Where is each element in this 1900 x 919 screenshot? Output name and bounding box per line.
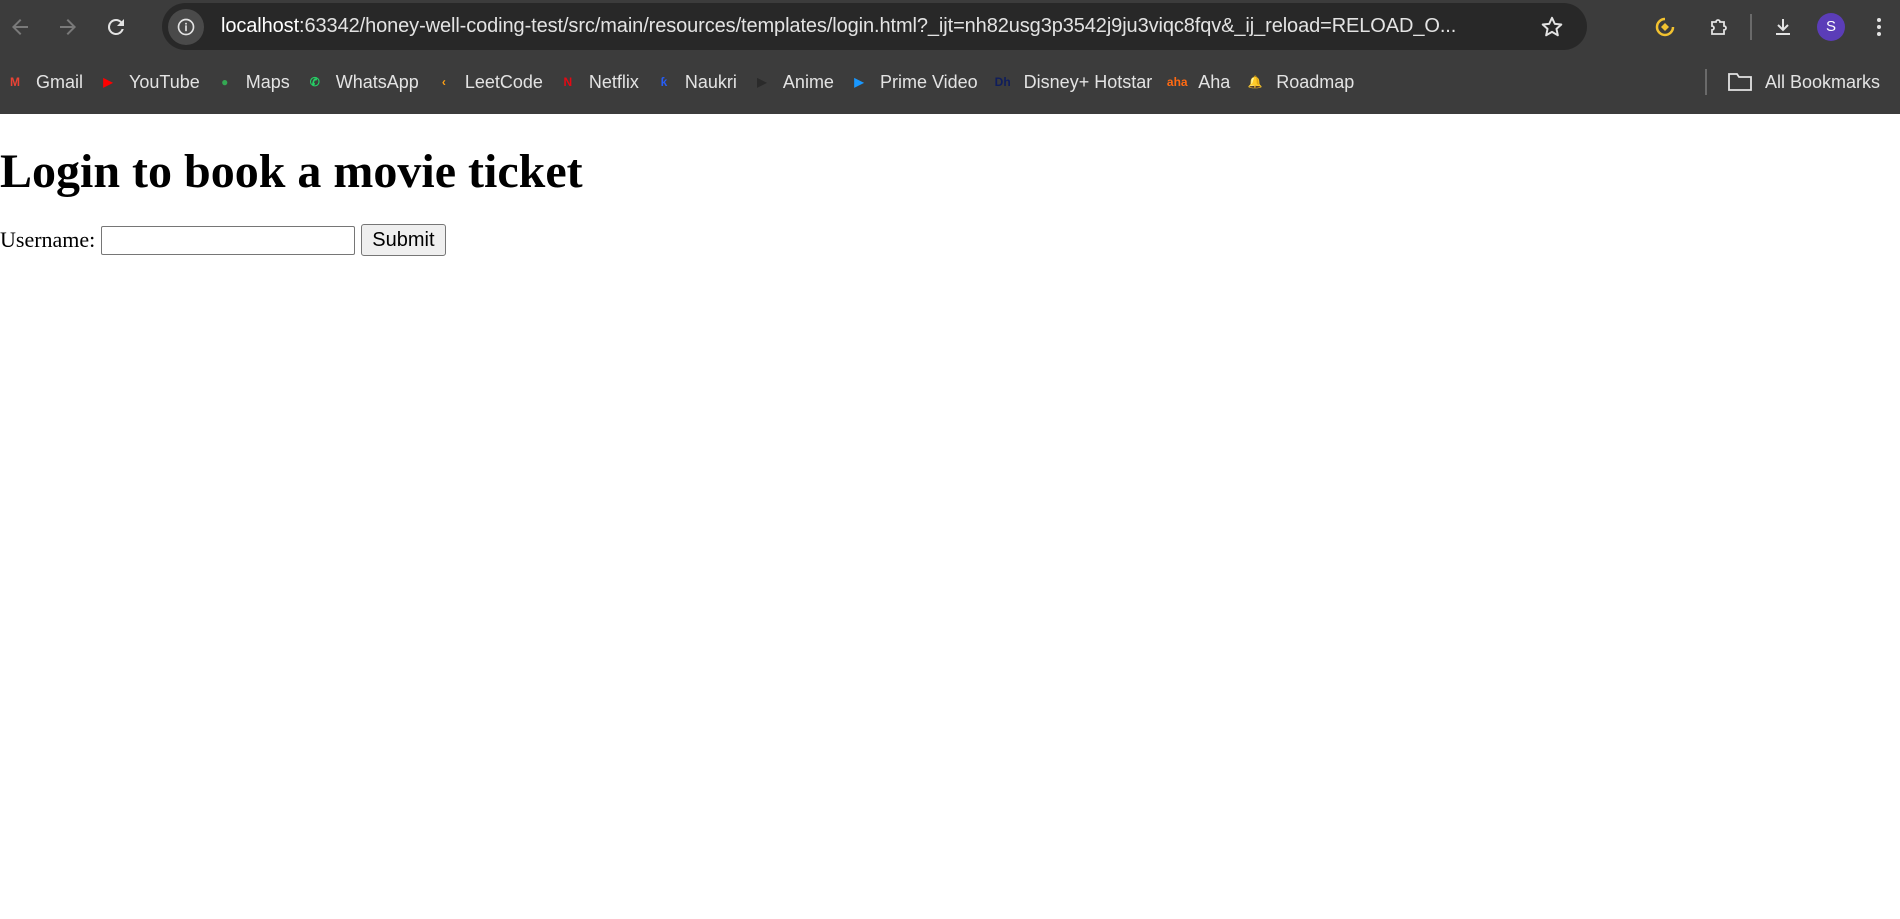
back-button[interactable] [0, 7, 40, 47]
leetcode-icon: ‹ [441, 75, 446, 89]
extension-logo-icon [1655, 17, 1675, 36]
bookmark-maps[interactable]: ● Maps [210, 66, 294, 98]
bookmark-label: Maps [245, 71, 290, 92]
naukri-icon: ƙ [660, 75, 668, 89]
bookmark-aha[interactable]: aha Aha [1162, 66, 1234, 98]
bookmark-youtube[interactable]: ▶ YouTube [93, 66, 204, 98]
reload-icon [107, 18, 124, 35]
bookmark-label: Netflix [588, 71, 639, 92]
bookmark-star-button[interactable] [1539, 14, 1565, 45]
menu-button[interactable] [1858, 6, 1900, 48]
bookmarks-bar: M Gmail ▶ YouTube ● Maps ✆ WhatsApp ‹ LeetCode N Ne… [0, 62, 1900, 102]
profile-button[interactable]: S [1810, 6, 1852, 48]
arrow-left-icon [12, 18, 28, 35]
whatsapp-icon: ✆ [309, 75, 320, 89]
bookmark-naukri[interactable]: ƙ Naukri [649, 66, 741, 98]
bookmark-label: LeetCode [464, 71, 543, 92]
all-bookmarks-button[interactable]: All Bookmarks [1704, 62, 1880, 102]
bookmark-roadmap[interactable]: 🔔 Roadmap [1240, 66, 1358, 98]
folder-icon [1728, 73, 1752, 91]
avatar: S [1817, 12, 1845, 41]
reload-button[interactable] [96, 7, 136, 47]
anime-icon: ▶ [757, 75, 767, 89]
bookmark-label: Disney+ Hotstar [1023, 71, 1153, 92]
bookmark-label: YouTube [129, 71, 200, 92]
all-bookmarks-label: All Bookmarks [1764, 71, 1880, 92]
bookmark-label: Naukri [684, 71, 737, 92]
extensions-menu-button[interactable] [1698, 6, 1740, 48]
bookmark-prime-video[interactable]: ▶ Prime Video [844, 66, 982, 98]
downloads-button[interactable] [1762, 6, 1804, 48]
bookmark-gmail[interactable]: M Gmail [0, 66, 87, 98]
toolbar-divider [1750, 13, 1752, 40]
puzzle-icon [1711, 18, 1727, 35]
bookmark-whatsapp[interactable]: ✆ WhatsApp [300, 66, 423, 98]
url-path: :63342/honey-well-coding-test/src/main/r… [299, 15, 1457, 37]
page-content: Login to book a movie ticket Username: S… [0, 148, 1900, 256]
bookmark-disney-hotstar[interactable]: Dh Disney+ Hotstar [988, 66, 1157, 98]
download-icon [1776, 18, 1790, 35]
browser-chrome: localhost:63342/honey-well-coding-test/s… [0, 0, 1900, 114]
info-icon [177, 18, 195, 35]
site-info-button[interactable] [168, 8, 204, 45]
bookmark-label: Aha [1198, 71, 1231, 92]
aha-icon: aha [1166, 75, 1188, 89]
url-text[interactable]: localhost:63342/honey-well-coding-test/s… [221, 15, 1531, 38]
page-title: Login to book a movie ticket [0, 145, 583, 198]
bookmark-label: Roadmap [1276, 71, 1355, 92]
username-label: Username: [0, 227, 96, 252]
extension-button[interactable] [1644, 6, 1686, 48]
roadmap-icon: 🔔 [1247, 75, 1263, 89]
maps-icon: ● [221, 75, 229, 89]
url-host: localhost [221, 15, 300, 37]
submit-button[interactable]: Submit [361, 224, 446, 256]
more-vertical-icon [1877, 17, 1881, 36]
username-input[interactable] [101, 225, 356, 255]
bookmark-label: Anime [782, 71, 834, 92]
bookmark-netflix[interactable]: N Netflix [553, 66, 643, 98]
bookmark-label: WhatsApp [335, 71, 419, 92]
browser-toolbar: localhost:63342/honey-well-coding-test/s… [0, 0, 1900, 53]
youtube-icon: ▶ [103, 75, 113, 89]
star-icon [1541, 16, 1563, 37]
arrow-right-icon [60, 18, 76, 35]
forward-button[interactable] [48, 7, 88, 47]
bookmark-label: Prime Video [879, 71, 978, 92]
bookmark-label: Gmail [36, 71, 84, 92]
address-bar[interactable]: localhost:63342/honey-well-coding-test/s… [162, 3, 1587, 50]
hotstar-icon: Dh [994, 75, 1011, 89]
bookmarks-divider [1704, 69, 1707, 95]
netflix-icon: N [563, 75, 573, 89]
bookmark-leetcode[interactable]: ‹ LeetCode [429, 66, 547, 98]
toolbar-right: S [1644, 0, 1900, 53]
gmail-icon: M [10, 75, 20, 89]
prime-video-icon: ▶ [854, 75, 864, 89]
login-form: Username: Submit [0, 224, 1900, 256]
bookmark-anime[interactable]: ▶ Anime [747, 66, 838, 98]
